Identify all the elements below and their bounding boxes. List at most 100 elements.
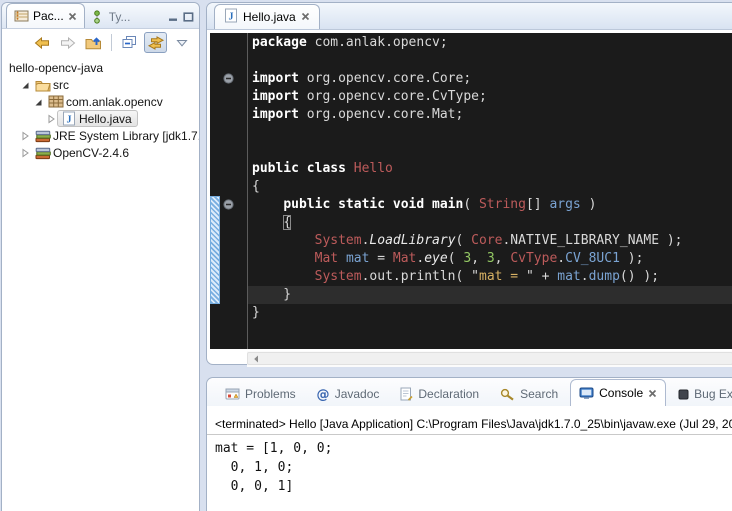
- close-icon[interactable]: [648, 389, 657, 398]
- code-token: com.anlak.opencv;: [307, 35, 448, 50]
- fold-marker[interactable]: [223, 73, 234, 84]
- code-token: [346, 161, 354, 176]
- view-tab-label: Javadoc: [335, 387, 380, 401]
- maximize-button[interactable]: [183, 12, 194, 22]
- code-token: LoadLibrary: [369, 233, 455, 248]
- tree-item-hello-java[interactable]: JHello.java: [2, 110, 199, 127]
- code-token: }: [252, 305, 260, 320]
- code-line[interactable]: [248, 52, 732, 70]
- view-tab-console[interactable]: Console: [570, 379, 666, 406]
- code-token: System: [315, 269, 362, 284]
- declaration-icon: [399, 387, 413, 401]
- code-token: Mat: [315, 251, 338, 266]
- expand-arrow-icon[interactable]: [31, 96, 44, 108]
- collapse-arrow-icon[interactable]: [18, 147, 31, 159]
- code-line[interactable]: package com.anlak.opencv;: [248, 34, 732, 52]
- code-line[interactable]: }: [248, 286, 732, 304]
- code-line[interactable]: public class Hello: [248, 160, 732, 178]
- code-token: mat =: [479, 269, 526, 284]
- back-button[interactable]: [30, 32, 53, 53]
- code-token: 3: [487, 251, 495, 266]
- search-icon: [499, 387, 515, 401]
- up-button[interactable]: [82, 32, 105, 53]
- view-tab-search[interactable]: Search: [491, 382, 566, 406]
- view-tab-bug-explorer[interactable]: Bug Explorer: [670, 382, 732, 406]
- code-token: );: [620, 251, 643, 266]
- tree-item-label: OpenCV-2.4.6: [52, 146, 132, 160]
- forward-button[interactable]: [56, 32, 79, 53]
- code-token: import: [252, 107, 299, 122]
- view-menu-icon: [176, 39, 188, 47]
- expand-arrow-icon[interactable]: [18, 79, 31, 91]
- view-tab-problems[interactable]: Problems: [217, 382, 304, 406]
- code-line[interactable]: System.LoadLibrary( Core.NATIVE_LIBRARY_…: [248, 232, 732, 250]
- collapse-arrow-icon[interactable]: [44, 113, 57, 125]
- svg-text:@: @: [316, 388, 329, 402]
- code-token: public static void main: [283, 197, 463, 212]
- code-token: org.opencv.core.Mat;: [299, 107, 463, 122]
- code-line[interactable]: [248, 124, 732, 142]
- tree-item-label: Hello.java: [78, 112, 135, 126]
- view-tab-javadoc[interactable]: @ Javadoc: [308, 382, 388, 406]
- code-token: package: [252, 35, 307, 50]
- code-line[interactable]: [248, 142, 732, 160]
- code-line[interactable]: }: [248, 304, 732, 322]
- tree-item-hello-opencv-java[interactable]: hello-opencv-java: [2, 59, 199, 76]
- code-token: dump: [589, 269, 620, 284]
- package-explorer-toolbar: [2, 29, 199, 56]
- collapse-all-button[interactable]: [118, 32, 141, 53]
- view-tab-ty[interactable]: Ty...: [85, 5, 138, 28]
- folding-ruler[interactable]: [220, 33, 248, 349]
- code-token: mat: [346, 251, 369, 266]
- code-token: ,: [495, 251, 511, 266]
- close-icon[interactable]: [301, 12, 310, 21]
- code-token: System: [315, 233, 362, 248]
- folder-icon: [34, 78, 52, 92]
- code-line[interactable]: import org.opencv.core.CvType;: [248, 88, 732, 106]
- back-icon: [33, 36, 51, 50]
- collapse-arrow-icon[interactable]: [18, 130, 31, 142]
- code-token: =: [369, 251, 392, 266]
- code-token: .: [557, 251, 565, 266]
- package-icon: [47, 95, 65, 108]
- code-line[interactable]: {: [248, 214, 732, 232]
- tree-item-src[interactable]: src: [2, 76, 199, 93]
- code-token: (: [448, 251, 464, 266]
- tree-item-label: com.anlak.opencv: [65, 95, 166, 109]
- tree-item-com-anlak-opencv[interactable]: com.anlak.opencv: [2, 93, 199, 110]
- scroll-left-icon[interactable]: [252, 354, 260, 364]
- code-line[interactable]: import org.opencv.core.Core;: [248, 70, 732, 88]
- view-menu-button[interactable]: [170, 32, 193, 53]
- code-line[interactable]: System.out.println( "mat = " + mat.dump(…: [248, 268, 732, 286]
- horizontal-scrollbar[interactable]: [247, 351, 732, 367]
- link-with-editor-button[interactable]: [144, 32, 167, 53]
- code-token: Hello: [354, 161, 393, 176]
- tree-item-jre-system-library-jdk1-7-0[interactable]: JRE System Library [jdk1.7.0: [2, 127, 199, 144]
- code-token: [252, 197, 283, 212]
- code-token: [338, 251, 346, 266]
- code-editor[interactable]: package com.anlak.opencv; import org.open…: [210, 33, 732, 349]
- editor-tab-hello-java[interactable]: J Hello.java: [214, 4, 320, 29]
- view-tab-declaration[interactable]: Declaration: [391, 382, 487, 406]
- minimize-button[interactable]: [168, 12, 179, 22]
- code-line[interactable]: import org.opencv.core.Mat;: [248, 106, 732, 124]
- code-token: [252, 233, 315, 248]
- code-token: (: [456, 233, 472, 248]
- code-line[interactable]: Mat mat = Mat.eye( 3, 3, CvType.CV_8UC1 …: [248, 250, 732, 268]
- code-line[interactable]: public static void main( String[] args ): [248, 196, 732, 214]
- fold-marker[interactable]: [223, 199, 234, 210]
- javadoc-icon: @: [316, 387, 330, 401]
- annotation-ruler[interactable]: [210, 33, 220, 349]
- code-token: import: [252, 89, 299, 104]
- code-token: +: [534, 269, 557, 284]
- tree-item-opencv-2-4-6[interactable]: OpenCV-2.4.6: [2, 144, 199, 161]
- console-tabbar: Problems @ Javadoc DeclarationSearch Console…: [207, 378, 732, 406]
- close-icon[interactable]: [68, 12, 77, 21]
- view-tab-label: Console: [599, 386, 643, 400]
- code-token: CvType: [510, 251, 557, 266]
- view-tab-pac[interactable]: Pac...: [6, 3, 85, 28]
- problems-icon: [225, 387, 240, 401]
- code-token: String: [479, 197, 526, 212]
- editor-tabbar: J Hello.java: [207, 3, 732, 30]
- code-line[interactable]: {: [248, 178, 732, 196]
